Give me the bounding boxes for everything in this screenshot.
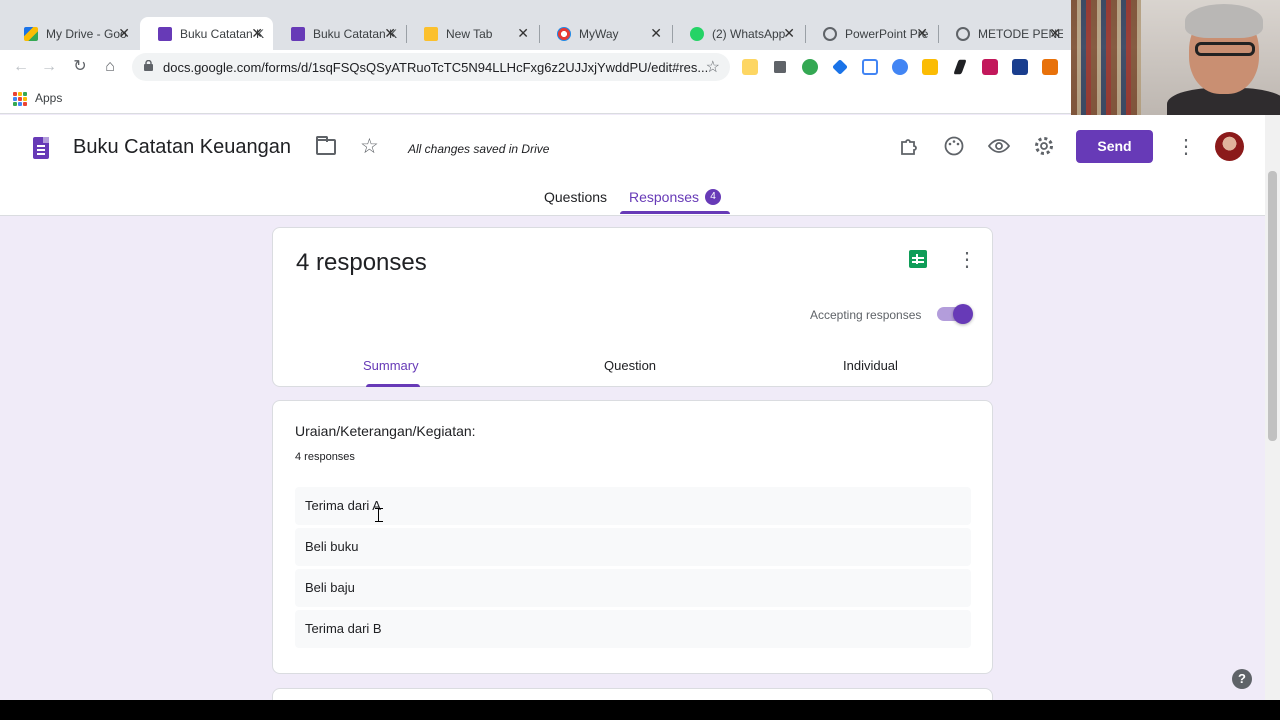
sticky-note-icon (424, 27, 438, 41)
responses-summary-card: 4 responses ⋮ Accepting responses Summar… (272, 227, 993, 387)
google-forms-icon[interactable] (33, 137, 49, 159)
close-icon[interactable]: ✕ (517, 25, 529, 42)
whatsapp-icon (690, 27, 704, 41)
extension-lightning-icon[interactable] (953, 59, 967, 75)
scrollbar-thumb[interactable] (1268, 171, 1277, 441)
accepting-responses-toggle[interactable] (937, 304, 973, 324)
save-status: All changes saved in Drive (408, 142, 550, 156)
extension-notes-icon[interactable] (742, 59, 758, 75)
globe-icon (956, 27, 970, 41)
folder-icon[interactable] (316, 136, 336, 155)
extension-folder-icon[interactable] (922, 59, 938, 75)
tab-summary[interactable]: Summary (363, 358, 419, 373)
extension-doc-icon[interactable] (862, 59, 878, 75)
close-icon[interactable]: ✕ (1049, 25, 1061, 42)
google-forms-icon (158, 27, 172, 41)
close-icon[interactable]: ✕ (650, 25, 662, 42)
forms-header: Buku Catatan Keuangan ☆ All changes save… (0, 115, 1265, 216)
globe-icon (823, 27, 837, 41)
extension-mendeley-icon[interactable] (982, 59, 998, 75)
more-options-icon[interactable]: ⋮ (1176, 135, 1196, 159)
extension-reader-icon[interactable] (1012, 59, 1028, 75)
apps-bookmark[interactable]: Apps (35, 91, 62, 105)
apps-grid-icon[interactable] (13, 92, 27, 106)
browser-tab-buku-catatan-active[interactable]: Buku Catatan K ✕ (140, 17, 273, 50)
bottom-black-bar (0, 700, 1280, 720)
reload-icon[interactable]: ↻ (69, 56, 91, 78)
extension-screen-icon[interactable] (774, 61, 786, 73)
home-icon[interactable]: ⌂ (99, 56, 121, 78)
tab-questions[interactable]: Questions (544, 189, 607, 205)
extension-check-icon[interactable] (802, 59, 818, 75)
star-icon[interactable]: ☆ (360, 134, 379, 159)
browser-tab-my-drive[interactable]: My Drive - Goo ✕ (6, 17, 140, 50)
url-text: docs.google.com/forms/d/1sqFSQsQSyATRuoT… (163, 60, 709, 75)
close-icon[interactable]: ✕ (251, 25, 263, 42)
text-cursor-icon (375, 508, 383, 522)
question-title: Uraian/Keterangan/Kegiatan: (295, 423, 476, 439)
screen: My Drive - Goo ✕ Buku Catatan K ✕ Buku C… (0, 0, 1280, 720)
help-button[interactable]: ? (1232, 669, 1252, 689)
responses-count-badge: 4 (705, 189, 721, 205)
send-button[interactable]: Send (1076, 130, 1153, 163)
tab-question[interactable]: Question (604, 358, 656, 373)
lock-icon (144, 60, 153, 71)
presenter-glasses (1195, 42, 1255, 56)
google-drive-icon (24, 27, 38, 41)
accepting-responses-label: Accepting responses (810, 308, 922, 322)
bookshelf (1071, 0, 1141, 118)
extension-graduation-icon[interactable] (832, 59, 848, 75)
palette-icon[interactable] (942, 135, 966, 159)
tab-individual[interactable]: Individual (843, 358, 898, 373)
myway-icon (557, 27, 571, 41)
answer-list: Terima dari A Beli buku Beli baju Terima… (295, 487, 971, 651)
browser-tab-buku-catatan[interactable]: Buku Catatan K ✕ (273, 17, 406, 50)
settings-gear-icon[interactable] (1032, 135, 1056, 159)
browser-tab-myway[interactable]: MyWay ✕ (539, 17, 672, 50)
preview-eye-icon[interactable] (987, 135, 1011, 159)
back-arrow-icon[interactable]: ← (10, 56, 32, 78)
extension-sc-icon[interactable] (1042, 59, 1058, 75)
close-icon[interactable]: ✕ (118, 25, 130, 42)
google-sheets-icon[interactable] (909, 250, 927, 268)
page-scrollbar[interactable] (1265, 115, 1280, 700)
forward-arrow-icon[interactable]: → (38, 56, 60, 78)
responses-count-title: 4 responses (296, 249, 427, 276)
google-forms-icon (291, 27, 305, 41)
active-tab-indicator (620, 211, 730, 214)
answer-item: Beli baju (295, 569, 971, 607)
address-bar[interactable]: docs.google.com/forms/d/1sqFSQsQSyATRuoT… (132, 53, 730, 81)
active-subtab-indicator (366, 384, 420, 387)
webcam-overlay (1071, 0, 1280, 118)
question-summary-card: Uraian/Keterangan/Kegiatan: 4 responses … (272, 400, 993, 674)
avatar[interactable] (1215, 132, 1244, 161)
close-icon[interactable]: ✕ (384, 25, 396, 42)
answer-item: Terima dari B (295, 610, 971, 648)
browser-tab-new-tab[interactable]: New Tab ✕ (406, 17, 539, 50)
close-icon[interactable]: ✕ (783, 25, 795, 42)
form-title[interactable]: Buku Catatan Keuangan (73, 136, 291, 159)
presenter-hair (1185, 4, 1263, 38)
bookmark-star-icon[interactable]: ☆ (706, 57, 720, 77)
question-response-count: 4 responses (295, 451, 355, 463)
browser-tab-metode[interactable]: METODE PENE ✕ (938, 17, 1071, 50)
answer-item: Beli buku (295, 528, 971, 566)
extension-vimeo-icon[interactable] (892, 59, 908, 75)
card-more-options-icon[interactable]: ⋮ (957, 247, 977, 272)
browser-tab-whatsapp[interactable]: (2) WhatsApp ✕ (672, 17, 805, 50)
browser-tab-powerpoint[interactable]: PowerPoint Pre ✕ (805, 17, 938, 50)
close-icon[interactable]: ✕ (916, 25, 928, 42)
answer-item: Terima dari A (295, 487, 971, 525)
addon-puzzle-icon[interactable] (897, 135, 921, 159)
tab-responses[interactable]: Responses (629, 189, 699, 205)
toggle-knob[interactable] (953, 304, 973, 324)
